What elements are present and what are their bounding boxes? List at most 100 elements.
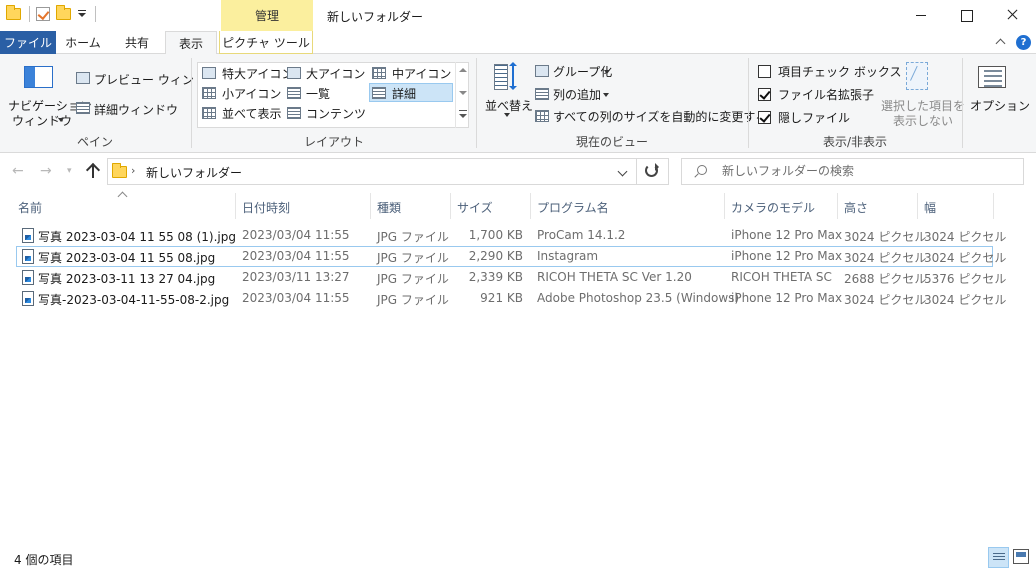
navigation-pane-icon[interactable] bbox=[24, 66, 53, 88]
file-program: ProCam 14.1.2 bbox=[537, 228, 626, 242]
layout-medium-icons[interactable]: 中アイコン bbox=[392, 65, 451, 82]
file-name[interactable]: 写真 2023-03-11 13 27 04.jpg bbox=[38, 270, 215, 287]
status-item-count: 4 個の項目 bbox=[14, 553, 74, 567]
item-check-boxes-checkbox[interactable] bbox=[758, 65, 771, 78]
breadcrumb-chevron-icon[interactable]: › bbox=[131, 164, 135, 177]
scroll-down-icon[interactable] bbox=[459, 91, 467, 95]
large-icons-view-button[interactable] bbox=[1013, 549, 1029, 564]
refresh-icon[interactable] bbox=[645, 163, 659, 177]
layout-content[interactable]: コンテンツ bbox=[306, 105, 366, 122]
column-divider[interactable] bbox=[235, 193, 236, 219]
file-camera-model: iPhone 12 Pro Max bbox=[731, 291, 843, 305]
file-row[interactable]: 写真 2023-03-04 11 55 08.jpg 2023/03/04 11… bbox=[16, 246, 1006, 267]
column-divider[interactable] bbox=[370, 193, 371, 219]
column-divider[interactable] bbox=[530, 193, 531, 219]
preview-pane-icon bbox=[76, 72, 90, 84]
forward-arrow-icon[interactable]: → bbox=[40, 163, 52, 179]
file-row[interactable]: 写真-2023-03-04-11-55-08-2.jpg 2023/03/04 … bbox=[16, 288, 1006, 309]
file-size: 2,339 KB bbox=[468, 270, 523, 284]
details-view-button[interactable] bbox=[988, 547, 1009, 568]
maximize-button[interactable] bbox=[944, 0, 990, 31]
folder-icon[interactable] bbox=[6, 5, 21, 20]
file-height: 3024 ピクセル bbox=[844, 251, 927, 265]
size-all-columns-button[interactable]: すべての列のサイズを自動的に変更する bbox=[553, 108, 767, 125]
recent-locations-chevron-icon[interactable]: ▾ bbox=[67, 166, 72, 176]
file-program: Adobe Photoshop 23.5 (Windows) bbox=[537, 291, 740, 305]
collapse-ribbon-icon[interactable] bbox=[996, 37, 1006, 47]
file-row[interactable]: 写真 2023-03-11 13 27 04.jpg 2023/03/11 13… bbox=[16, 267, 1006, 288]
tab-picture-tools[interactable]: ピクチャ ツール bbox=[219, 31, 313, 54]
layout-large-icons[interactable]: 大アイコン bbox=[306, 65, 365, 82]
scroll-up-icon[interactable] bbox=[459, 68, 467, 72]
content-icon bbox=[287, 107, 301, 119]
layout-tiles[interactable]: 並べて表示 bbox=[222, 105, 282, 122]
file-date: 2023/03/04 11:55 bbox=[242, 228, 350, 242]
help-icon[interactable]: ? bbox=[1016, 35, 1031, 50]
file-name[interactable]: 写真-2023-03-04-11-55-08-2.jpg bbox=[38, 291, 229, 308]
up-arrow-icon[interactable] bbox=[86, 163, 100, 179]
quick-access-toolbar bbox=[6, 5, 96, 22]
expand-gallery-icon[interactable] bbox=[459, 110, 467, 118]
breadcrumb-current-folder[interactable]: 新しいフォルダー bbox=[146, 164, 242, 181]
file-name[interactable]: 写真 2023-03-04 11 55 08 (1).jpg bbox=[38, 228, 236, 245]
sort-by-icon[interactable] bbox=[492, 62, 520, 92]
close-button[interactable] bbox=[990, 0, 1036, 31]
properties-icon[interactable] bbox=[36, 7, 50, 21]
hidden-items-checkbox[interactable] bbox=[758, 111, 771, 124]
search-icon bbox=[697, 165, 707, 175]
layout-extra-large-icons[interactable]: 特大アイコン bbox=[222, 65, 293, 82]
file-name-extensions-label[interactable]: ファイル名拡張子 bbox=[778, 86, 874, 103]
column-header-width[interactable]: 幅 bbox=[924, 199, 936, 216]
column-header-type[interactable]: 種類 bbox=[377, 199, 401, 216]
customize-toolbar-dropdown-icon[interactable] bbox=[77, 9, 87, 19]
file-row[interactable]: 写真 2023-03-04 11 55 08 (1).jpg 2023/03/0… bbox=[16, 225, 1006, 246]
jpg-file-icon bbox=[22, 270, 34, 285]
layout-list[interactable]: 一覧 bbox=[306, 85, 330, 102]
title-bar: 管理 新しいフォルダー bbox=[0, 0, 1036, 31]
hidden-items-label[interactable]: 隠しファイル bbox=[778, 109, 850, 126]
file-date: 2023/03/04 11:55 bbox=[242, 249, 350, 263]
options-icon[interactable] bbox=[978, 66, 1006, 88]
search-input[interactable] bbox=[722, 164, 1012, 178]
chevron-down-icon bbox=[504, 113, 510, 117]
item-check-boxes-label[interactable]: 項目チェック ボックス bbox=[778, 63, 901, 80]
column-header-date[interactable]: 日付時刻 bbox=[242, 199, 290, 216]
column-divider[interactable] bbox=[724, 193, 725, 219]
file-name-extensions-checkbox[interactable] bbox=[758, 88, 771, 101]
group-label-show-hide: 表示/非表示 bbox=[822, 135, 888, 149]
jpg-file-icon bbox=[22, 291, 34, 306]
tab-view[interactable]: 表示 bbox=[165, 31, 217, 55]
column-header-program[interactable]: プログラム名 bbox=[537, 199, 609, 216]
details-pane-button[interactable]: 詳細ウィンドウ bbox=[94, 101, 178, 118]
options-button[interactable]: オプション bbox=[970, 97, 1030, 114]
tab-home[interactable]: ホーム bbox=[56, 31, 110, 54]
tab-file[interactable]: ファイル bbox=[0, 31, 56, 54]
column-header-height[interactable]: 高さ bbox=[844, 199, 868, 216]
column-header-camera-model[interactable]: カメラのモデル bbox=[731, 199, 815, 216]
tab-manage-contextual[interactable]: 管理 bbox=[221, 0, 313, 31]
file-name[interactable]: 写真 2023-03-04 11 55 08.jpg bbox=[38, 249, 215, 266]
column-divider[interactable] bbox=[837, 193, 838, 219]
new-folder-icon[interactable] bbox=[56, 5, 71, 20]
tab-share[interactable]: 共有 bbox=[110, 31, 164, 54]
jpg-file-icon bbox=[22, 228, 34, 243]
column-header-size[interactable]: サイズ bbox=[457, 199, 493, 216]
layout-gallery-scrollbar[interactable] bbox=[455, 62, 469, 128]
column-header-name[interactable]: 名前 bbox=[18, 199, 42, 216]
sort-by-button[interactable]: 並べ替え bbox=[485, 97, 533, 114]
file-size: 1,700 KB bbox=[468, 228, 523, 242]
column-divider[interactable] bbox=[450, 193, 451, 219]
file-height: 3024 ピクセル bbox=[844, 293, 927, 307]
layout-details[interactable]: 詳細 bbox=[392, 85, 416, 102]
file-program: RICOH THETA SC Ver 1.20 bbox=[537, 270, 692, 284]
minimize-button[interactable] bbox=[898, 0, 944, 31]
file-height: 3024 ピクセル bbox=[844, 230, 927, 244]
back-arrow-icon[interactable]: ← bbox=[12, 163, 24, 179]
layout-small-icons[interactable]: 小アイコン bbox=[222, 85, 281, 102]
column-divider[interactable] bbox=[993, 193, 994, 219]
column-divider[interactable] bbox=[917, 193, 918, 219]
add-columns-button[interactable]: 列の追加 bbox=[553, 86, 601, 103]
file-camera-model: RICOH THETA SC bbox=[731, 270, 832, 284]
chevron-down-icon bbox=[604, 70, 610, 74]
toolbar-divider bbox=[29, 6, 30, 22]
